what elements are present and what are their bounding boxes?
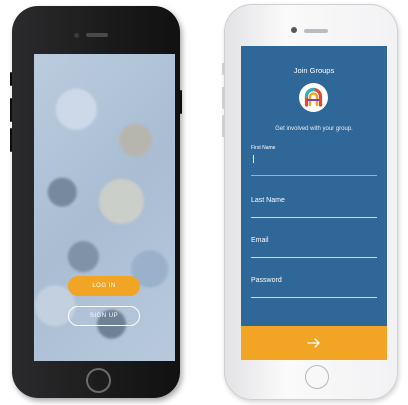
text-cursor [253, 155, 254, 163]
volume-up-button [10, 98, 12, 122]
login-button[interactable]: LOG IN [68, 276, 140, 296]
front-camera [74, 33, 79, 38]
email-field[interactable]: Email [251, 237, 377, 259]
password-label: Password [251, 277, 282, 284]
earpiece-speaker [304, 29, 328, 33]
dark-phone-mockup: LOG IN SIGN UP [10, 6, 182, 398]
app-logo-graphic [304, 87, 323, 107]
arrow-right-icon [307, 338, 320, 348]
join-groups-screen: Join Groups Get involved with your group… [241, 46, 387, 360]
mute-switch [10, 72, 12, 86]
last-name-label: Last Name [251, 197, 285, 204]
login-button-label: LOG IN [92, 283, 116, 289]
first-name-field[interactable]: First Name [251, 145, 377, 176]
first-name-underline [251, 175, 377, 176]
earpiece-speaker [86, 33, 108, 37]
volume-down-button [222, 115, 225, 137]
welcome-screen: LOG IN SIGN UP [34, 54, 175, 361]
signup-button[interactable]: SIGN UP [68, 306, 140, 326]
first-name-label: First Name [251, 145, 276, 151]
submit-button[interactable] [241, 326, 387, 360]
email-label: Email [251, 237, 269, 244]
email-underline [251, 257, 377, 258]
signup-button-label: SIGN UP [89, 313, 119, 319]
white-phone-mockup: Join Groups Get involved with your group… [222, 4, 398, 400]
volume-down-button [10, 128, 12, 152]
home-button[interactable] [305, 365, 329, 389]
home-button[interactable] [86, 368, 111, 393]
mute-switch [222, 63, 225, 75]
power-button [180, 90, 182, 114]
password-field[interactable]: Password [251, 277, 377, 299]
screen-title: Join Groups [293, 66, 335, 75]
volume-up-button [222, 87, 225, 109]
last-name-underline [251, 217, 377, 218]
app-logo-icon [299, 83, 328, 112]
last-name-field[interactable]: Last Name [251, 197, 377, 219]
front-camera [291, 27, 297, 33]
password-underline [251, 297, 377, 298]
screen-subtitle: Get involved with your group. [275, 126, 353, 132]
